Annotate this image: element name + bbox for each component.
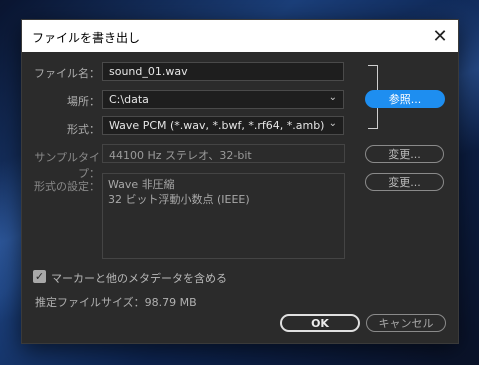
format-label: 形式： <box>67 123 100 136</box>
format-settings-label: 形式の設定： <box>34 180 100 193</box>
format-settings-line: Wave 非圧縮 <box>108 178 175 191</box>
format-value: Wave PCM (*.wav, *.bwf, *.rf64, *.amb) <box>109 119 325 132</box>
filename-label: ファイル名： <box>34 67 100 80</box>
checkmark-icon: ✓ <box>34 270 45 283</box>
location-value: C:\data <box>109 93 149 106</box>
location-select[interactable]: C:\data ⌄ <box>102 90 344 109</box>
dialog-title: ファイルを書き出し <box>32 31 141 45</box>
chevron-down-icon: ⌄ <box>328 118 337 129</box>
format-select[interactable]: Wave PCM (*.wav, *.bwf, *.rf64, *.amb) ⌄ <box>102 116 344 135</box>
chevron-down-icon: ⌄ <box>328 92 337 103</box>
filename-input[interactable]: sound_01.wav <box>102 62 344 81</box>
format-settings-line: 32 ビット浮動小数点 (IEEE) <box>108 193 250 206</box>
change-sampletype-button[interactable]: 変更... <box>365 145 444 163</box>
sampletype-value: 44100 Hz ステレオ、32-bit <box>109 149 252 162</box>
change-format-settings-button[interactable]: 変更... <box>365 173 444 191</box>
format-settings-box: Wave 非圧縮 32 ビット浮動小数点 (IEEE) <box>102 173 345 259</box>
close-icon: ✕ <box>432 25 448 47</box>
metadata-checkbox-label[interactable]: マーカーと他のメタデータを含める <box>51 270 227 286</box>
filename-value: sound_01.wav <box>109 65 188 78</box>
browse-button[interactable]: 参照... <box>365 90 445 108</box>
close-button[interactable]: ✕ <box>422 20 458 52</box>
metadata-checkbox[interactable]: ✓ <box>33 270 46 283</box>
sampletype-field: 44100 Hz ステレオ、32-bit <box>102 144 345 163</box>
estimated-file-size: 推定ファイルサイズ：98.79 MB <box>35 296 197 309</box>
title-bar: ファイルを書き出し ✕ <box>22 20 458 52</box>
location-label: 場所： <box>67 95 100 108</box>
ok-button[interactable]: OK <box>280 314 360 332</box>
export-file-dialog: ファイルを書き出し ✕ ファイル名： sound_01.wav 場所： C:\d… <box>21 19 459 344</box>
sampletype-label: サンプルタイプ： <box>34 151 100 180</box>
cancel-button[interactable]: キャンセル <box>366 314 446 332</box>
